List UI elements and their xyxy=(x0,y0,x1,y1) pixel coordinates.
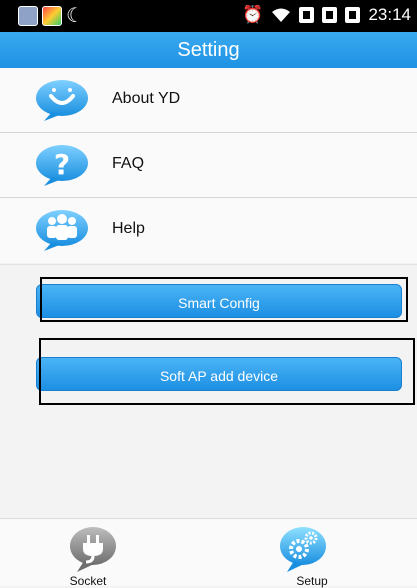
tab-setup[interactable]: Setup xyxy=(248,519,368,588)
menu-item-label: About YD xyxy=(112,90,181,107)
bottom-nav: Socket Setup xyxy=(0,518,417,588)
battery-icon xyxy=(345,7,361,23)
moon-icon: ☾ xyxy=(66,5,84,27)
settings-menu: About YD ? FAQ Help xyxy=(0,68,417,263)
menu-item-label: Help xyxy=(112,220,145,237)
plug-icon xyxy=(70,527,116,572)
menu-item-about[interactable]: About YD xyxy=(0,68,417,133)
alarm-icon: ⏰ xyxy=(242,5,264,24)
status-bar: ☾ ⏰ 23:14 xyxy=(0,0,417,32)
smart-config-button[interactable]: Smart Config xyxy=(36,284,402,318)
sim-card-icon xyxy=(322,7,338,23)
people-icon xyxy=(36,210,88,251)
question-icon: ? xyxy=(36,145,88,186)
wifi-icon xyxy=(272,8,291,22)
smiley-icon xyxy=(36,80,88,121)
tab-socket[interactable]: Socket xyxy=(38,519,158,588)
soft-ap-add-device-button[interactable]: Soft AP add device xyxy=(36,357,402,391)
menu-item-faq[interactable]: ? FAQ xyxy=(0,133,417,198)
menu-item-label: FAQ xyxy=(112,155,145,172)
sim-card-icon xyxy=(299,7,315,23)
status-time: 23:14 xyxy=(368,5,411,24)
notification-app-icon xyxy=(18,6,38,26)
svg-text:?: ? xyxy=(54,148,70,181)
menu-item-help[interactable]: Help xyxy=(0,198,417,263)
title-bar: Setting xyxy=(0,32,417,68)
page-title: Setting xyxy=(177,38,240,61)
gears-icon xyxy=(280,527,326,572)
notification-app-icon xyxy=(42,6,62,26)
status-indicators: ⏰ 23:14 xyxy=(242,5,411,25)
status-notifications: ☾ xyxy=(18,6,84,26)
